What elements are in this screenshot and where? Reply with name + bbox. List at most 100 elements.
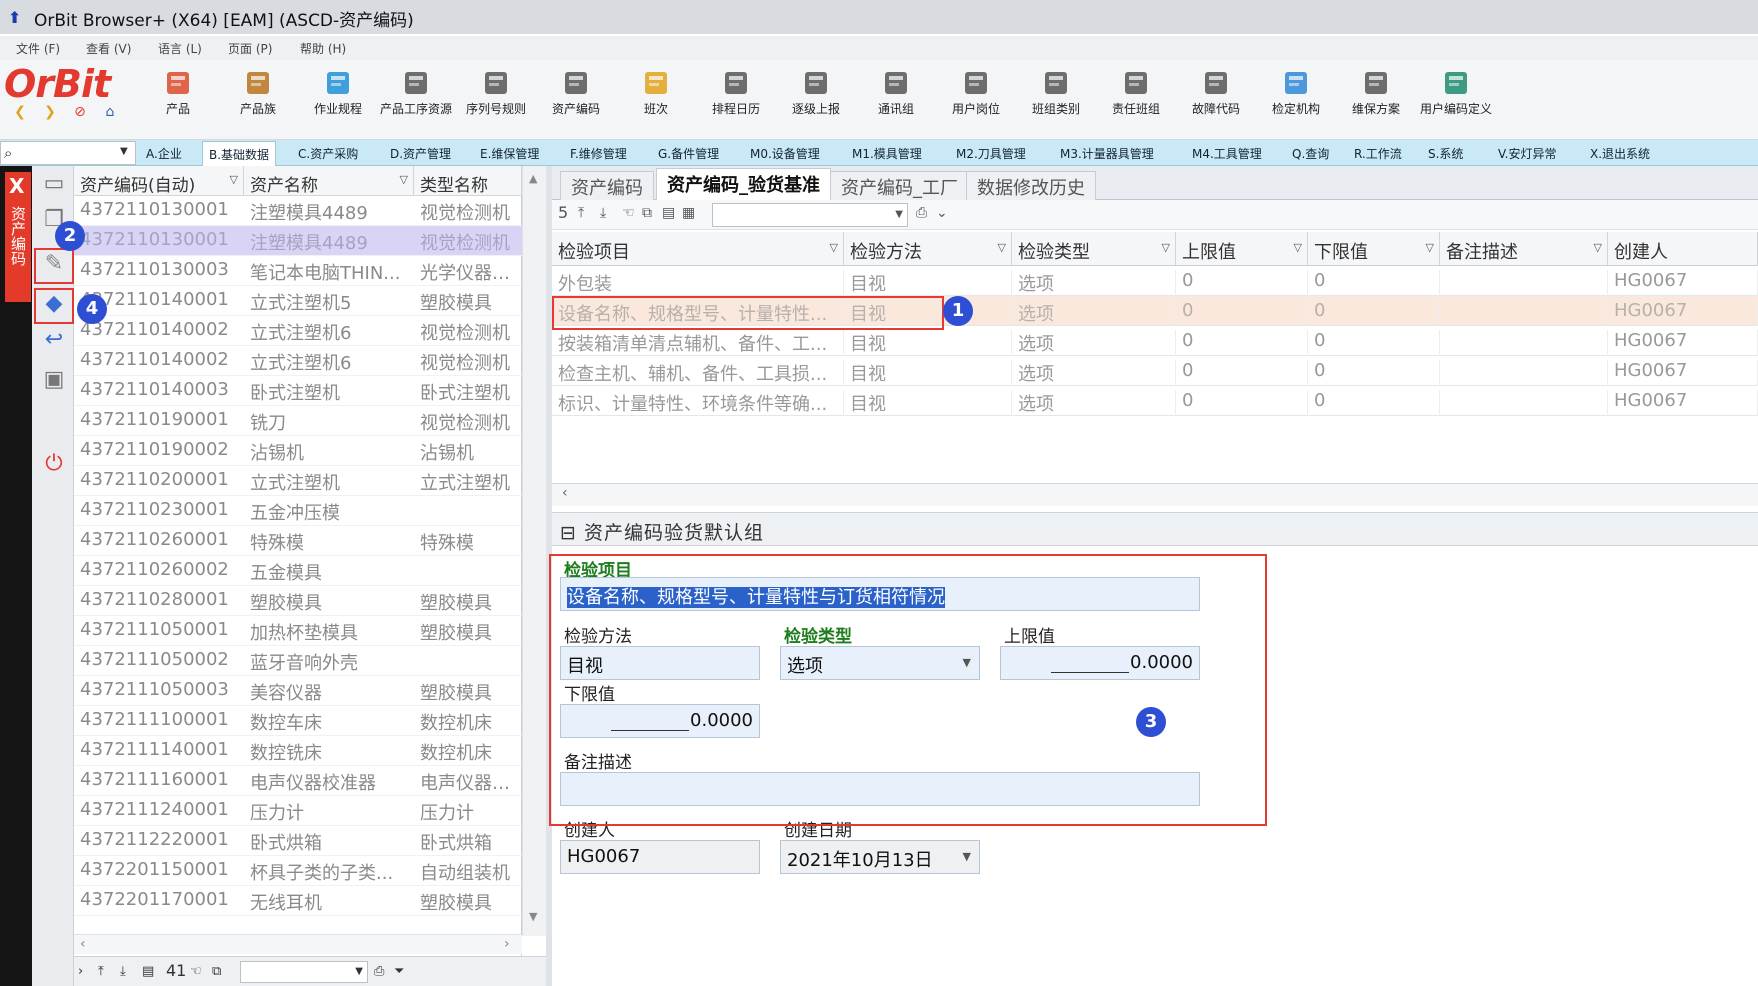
scroll-left-icon[interactable]: ‹ [562, 485, 568, 501]
filter-icon[interactable]: ▽ [1162, 241, 1170, 254]
table-row[interactable]: 4372110260002 五金模具 [74, 556, 522, 586]
table-row[interactable]: 4372112220001 卧式烘箱 卧式烘箱 [74, 826, 522, 856]
toolbar-button-responsible-team[interactable]: 责任班组 [1098, 64, 1174, 117]
scroll-left-icon[interactable]: ‹ [80, 936, 86, 952]
module-tab[interactable]: G.备件管理 [658, 145, 719, 162]
scroll-up-icon[interactable]: ▲ [529, 172, 537, 185]
first-record-icon[interactable]: ⤒ [98, 964, 104, 979]
module-tab[interactable]: D.资产管理 [390, 145, 451, 162]
table-row[interactable]: 外包装 目视 选项 0 0 HG0067 [552, 266, 1758, 296]
table-row[interactable]: 标识、计量特性、环境条件等确... 目视 选项 0 0 HG0067 [552, 386, 1758, 416]
chevron-down-icon[interactable]: ▼ [120, 146, 128, 157]
vertical-scrollbar[interactable]: ▲ ▼ [522, 166, 546, 936]
grid-icon[interactable]: ▦ [682, 205, 695, 221]
filter-icon[interactable]: ▽ [1294, 241, 1302, 254]
created-date-picker[interactable]: 2021年10月13日 ▼ [780, 840, 980, 874]
export-icon[interactable]: ▤ [142, 964, 154, 979]
column-header[interactable]: 检验项目 ▽ [552, 232, 844, 266]
last-record-icon[interactable]: ⤓ [120, 964, 126, 979]
toolbar-button-fault-code[interactable]: 故障代码 [1178, 64, 1254, 117]
module-tab[interactable]: Q.查询 [1292, 145, 1329, 162]
delete-icon[interactable]: ▣ [40, 366, 68, 394]
filter-icon[interactable]: ▽ [998, 241, 1006, 254]
column-header[interactable]: 上限值 ▽ [1176, 232, 1308, 266]
nav-filter-combo[interactable]: ▼ [240, 961, 368, 983]
column-header-type-name[interactable]: 类型名称 [414, 166, 522, 196]
detail-tab[interactable]: 资产编码_验货基准 [656, 168, 831, 201]
toolbar-button-user[interactable]: 检定机构 [1258, 64, 1334, 117]
menu-view[interactable]: 查看 (V) [86, 40, 131, 57]
table-row[interactable]: 4372110140002 立式注塑机6 视觉检测机 [74, 316, 522, 346]
detail-tab[interactable]: 资产编码 [560, 171, 654, 200]
column-header[interactable]: 创建人 [1608, 232, 1758, 266]
forward-icon[interactable]: ❯ [42, 104, 58, 120]
table-row[interactable]: 4372110230001 五金冲压模 [74, 496, 522, 526]
filter-icon[interactable]: ▽ [830, 241, 838, 254]
toolbar-button-calendar[interactable]: 排程日历 [698, 64, 774, 117]
detail-tab[interactable]: 数据修改历史 [966, 171, 1096, 200]
menu-file[interactable]: 文件 (F) [16, 40, 60, 57]
toolbar-button-shift[interactable]: 班次 [618, 64, 694, 117]
table-row[interactable]: 4372110260001 特殊模 特殊模 [74, 526, 522, 556]
module-tab[interactable]: M2.刀具管理 [956, 145, 1026, 162]
table-row[interactable]: 4372111050002 蓝牙音响外壳 [74, 646, 522, 676]
table-row[interactable]: 4372111100001 数控车床 数控机床 [74, 706, 522, 736]
table-row[interactable]: 4372110130001 注塑模具4489 视觉检测机 [74, 226, 522, 256]
table-row[interactable]: 按装箱清单清点辅机、备件、工... 目视 选项 0 0 HG0067 [552, 326, 1758, 356]
table-row[interactable]: 4372110190001 铣刀 视觉检测机 [74, 406, 522, 436]
close-icon[interactable]: X [9, 174, 24, 198]
column-header-asset-code[interactable]: 资产编码(自动) ▽ [74, 166, 244, 196]
home-icon[interactable]: ⌂ [102, 104, 118, 120]
table-row[interactable]: 4372110280001 塑胶模具 塑胶模具 [74, 586, 522, 616]
menu-language[interactable]: 语言 (L) [158, 40, 202, 57]
touch-icon[interactable]: ☜ [622, 205, 635, 221]
horizontal-scrollbar[interactable]: ‹ [552, 484, 1758, 506]
toolbar-button-escalation[interactable]: 逐级上报 [778, 64, 854, 117]
last-record-icon[interactable]: ⤓ [600, 205, 606, 221]
detail-tab[interactable]: 资产编码_工厂 [830, 171, 969, 200]
toolbar-button-gear[interactable]: 作业规程 [300, 64, 376, 117]
table-row[interactable]: 4372111240001 压力计 压力计 [74, 796, 522, 826]
module-tab[interactable]: F.维修管理 [570, 145, 627, 162]
column-header-asset-name[interactable]: 资产名称 ▽ [244, 166, 414, 196]
filter-icon[interactable]: ▽ [400, 173, 408, 186]
module-tab[interactable]: M0.设备管理 [750, 145, 820, 162]
back-icon[interactable]: ❮ [12, 104, 28, 120]
next-record-icon[interactable]: › [78, 964, 83, 979]
chevron-down-icon[interactable]: ▼ [895, 209, 903, 220]
module-tab[interactable]: M4.工具管理 [1192, 145, 1262, 162]
search-box[interactable]: ⌕ ▼ [0, 141, 136, 165]
exit-icon[interactable]: ⏻ [40, 450, 68, 478]
toolbar-button-process-resource[interactable]: 产品工序资源 [378, 64, 454, 117]
copy-rows-icon[interactable]: ⧉ [642, 205, 652, 221]
table-row[interactable]: 4372111050001 加热杯垫模具 塑胶模具 [74, 616, 522, 646]
chevron-down-icon[interactable]: ▼ [963, 850, 971, 863]
module-tab[interactable]: S.系统 [1428, 145, 1463, 162]
table-row[interactable]: 4372110190002 沾锡机 沾锡机 [74, 436, 522, 466]
module-tab[interactable]: M1.模具管理 [852, 145, 922, 162]
table-row[interactable]: 4372110140003 卧式注塑机 卧式注塑机 [74, 376, 522, 406]
toolbar-button-team-type[interactable]: 班组类别 [1018, 64, 1094, 117]
chevron-down-icon[interactable]: ▼ [355, 966, 363, 977]
table-row[interactable]: 4372111140001 数控铣床 数控机床 [74, 736, 522, 766]
copy-rows-icon[interactable]: ⧉ [212, 964, 221, 979]
module-tab[interactable]: R.工作流 [1354, 145, 1402, 162]
table-row[interactable]: 4372110200001 立式注塑机 立式注塑机 [74, 466, 522, 496]
filter-icon[interactable]: ▽ [230, 173, 238, 186]
module-tab[interactable]: A.企业 [146, 145, 182, 162]
detail-filter-combo[interactable]: ▼ [712, 203, 908, 227]
table-row[interactable]: 检查主机、辅机、备件、工具损... 目视 选项 0 0 HG0067 [552, 356, 1758, 386]
module-tab[interactable]: C.资产采购 [298, 145, 358, 162]
module-tab[interactable]: M3.计量器具管理 [1060, 145, 1154, 162]
toolbar-button-asset-code[interactable]: 资产编码 [538, 64, 614, 117]
toolbar-button-serial-rule[interactable]: 序列号规则 [458, 64, 534, 117]
module-tab[interactable]: V.安灯异常 [1498, 145, 1556, 162]
print-icon[interactable]: ⎙ [374, 964, 384, 979]
toolbar-button-book[interactable]: 用户编码定义 [1418, 64, 1494, 117]
side-tab-asset-code[interactable]: X 资产编码 [5, 172, 31, 302]
export-icon[interactable]: ▤ [662, 205, 675, 221]
toolbar-button-product-family[interactable]: 产品族 [220, 64, 296, 117]
column-header[interactable]: 检验方法 ▽ [844, 232, 1012, 266]
undo-icon[interactable]: ↩ [40, 326, 68, 354]
toolbar-button-user-post[interactable]: 用户岗位 [938, 64, 1014, 117]
